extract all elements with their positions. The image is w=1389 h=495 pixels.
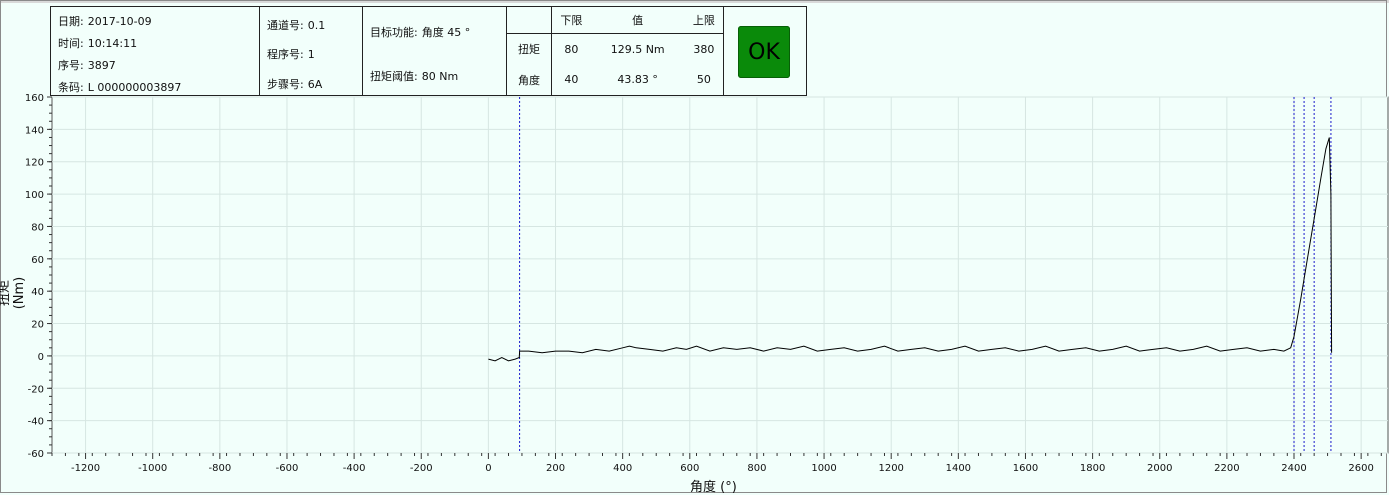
barcode-value: L 000000003897 [87, 81, 182, 94]
x-tick-label: 2200 [1214, 463, 1239, 474]
x-tick-label: 1800 [1080, 463, 1105, 474]
y-tick-label: 0 [38, 352, 44, 363]
plot-area [51, 96, 1389, 454]
x-tick-label: -600 [276, 463, 299, 474]
limits-row-name: 扭矩 [507, 33, 552, 65]
step-value: 6A [307, 78, 323, 91]
limits-row-lower: 40 [564, 73, 579, 87]
sequence-value: 3897 [87, 59, 116, 72]
target-row: 目标功能: 角度 45 ° [370, 24, 470, 40]
result-info-panel: 日期: 2017-10-09 时间: 10:14:11 序号: 3897 条码: L 0… [50, 6, 807, 96]
limits-header-value: 值 [590, 7, 685, 34]
channel-label: 通道号: [267, 19, 304, 32]
x-tick-label: 1200 [878, 463, 903, 474]
info-column-target: 目标功能: 角度 45 ° 扭矩阈值: 80 Nm [363, 7, 507, 95]
x-axis: -1200 -1000 -800 -600 -400 -200 0 200 400 600 800 1… [51, 453, 1382, 474]
threshold-value: 80 Nm [421, 70, 459, 83]
channel-row: 通道号: 0.1 [267, 17, 325, 33]
x-tick-label: 1400 [946, 463, 971, 474]
x-tick-label: 1000 [811, 463, 836, 474]
x-tick-label: -400 [343, 463, 366, 474]
x-axis-title: 角度 (°) [690, 480, 737, 495]
y-tick-label: 140 [25, 125, 44, 136]
x-tick-label: -200 [410, 463, 433, 474]
threshold-row: 扭矩阈值: 80 Nm [370, 68, 458, 84]
y-tick-label: 120 [25, 158, 44, 169]
limits-row-value: 43.83 ° [617, 73, 658, 87]
limits-header-row: 下限 值 上限 [507, 7, 723, 34]
sequence-label: 序号: [58, 59, 84, 72]
limits-row-value: 129.5 Nm [610, 42, 665, 56]
limits-row-upper: 380 [693, 42, 715, 56]
time-label: 时间: [58, 37, 84, 50]
time-row: 时间: 10:14:11 [58, 35, 137, 51]
x-tick-label: -1200 [71, 463, 100, 474]
target-label: 目标功能: [370, 26, 418, 39]
date-row: 日期: 2017-10-09 [58, 13, 152, 29]
program-value: 1 [307, 48, 315, 61]
y-tick-label: 20 [31, 320, 44, 331]
x-tick-label: 600 [680, 463, 699, 474]
ok-status-badge: OK [738, 26, 790, 78]
x-tick-label: 200 [546, 463, 565, 474]
barcode-row: 条码: L 000000003897 [58, 79, 181, 95]
limits-table-column: 下限 值 上限 扭矩 80 129.5 Nm 380 角度 40 43.83 °… [507, 7, 724, 95]
channel-value: 0.1 [307, 19, 326, 32]
info-column-general: 日期: 2017-10-09 时间: 10:14:11 序号: 3897 条码: L 0… [51, 7, 260, 95]
step-row: 步骤号: 6A [267, 76, 322, 92]
limits-row-torque: 扭矩 80 129.5 Nm 380 [507, 33, 723, 65]
x-tick-label: -800 [208, 463, 231, 474]
x-tick-label: 1600 [1013, 463, 1038, 474]
program-label: 程序号: [267, 48, 304, 61]
limits-header-upper: 上限 [684, 7, 723, 34]
status-indicator: OK [738, 26, 790, 78]
y-tick-label: 100 [25, 190, 44, 201]
date-label: 日期: [58, 15, 84, 28]
limits-header-lower: 下限 [551, 7, 591, 34]
x-tick-label: 2000 [1147, 463, 1172, 474]
time-value: 10:14:11 [87, 37, 138, 50]
limits-row-name: 角度 [507, 64, 552, 95]
y-tick-label: -40 [28, 417, 44, 428]
limits-row-upper: 50 [696, 73, 711, 87]
y-tick-label: -20 [28, 384, 44, 395]
program-row: 程序号: 1 [267, 46, 315, 62]
barcode-label: 条码: [58, 81, 84, 94]
step-label: 步骤号: [267, 78, 304, 91]
y-tick-label: 60 [31, 255, 44, 266]
sequence-row: 序号: 3897 [58, 57, 116, 73]
limits-row-angle: 角度 40 43.83 ° 50 [507, 64, 723, 95]
info-column-program: 通道号: 0.1 程序号: 1 步骤号: 6A [260, 7, 363, 95]
y-tick-label: -60 [28, 449, 44, 460]
threshold-label: 扭矩阈值: [370, 70, 418, 83]
x-tick-label: -1000 [138, 463, 167, 474]
y-axis-title: 扭矩 (Nm) [0, 276, 27, 310]
limits-header-empty [507, 7, 552, 34]
y-tick-label: 40 [31, 287, 44, 298]
x-tick-label: 2600 [1348, 463, 1373, 474]
x-tick-label: 800 [747, 463, 766, 474]
target-value: 角度 45 ° [421, 26, 471, 39]
date-value: 2017-10-09 [87, 15, 152, 28]
y-tick-label: 80 [31, 222, 44, 233]
y-tick-label: 160 [25, 93, 44, 104]
y-axis: -60 -40 -20 0 20 40 60 80 100 120 140 160 [25, 93, 52, 460]
x-tick-label: 2400 [1281, 463, 1306, 474]
x-tick-label: 400 [613, 463, 632, 474]
limits-row-lower: 80 [564, 42, 579, 56]
limits-table: 下限 值 上限 扭矩 80 129.5 Nm 380 角度 40 43.83 °… [507, 7, 723, 95]
x-tick-label: 0 [485, 463, 491, 474]
